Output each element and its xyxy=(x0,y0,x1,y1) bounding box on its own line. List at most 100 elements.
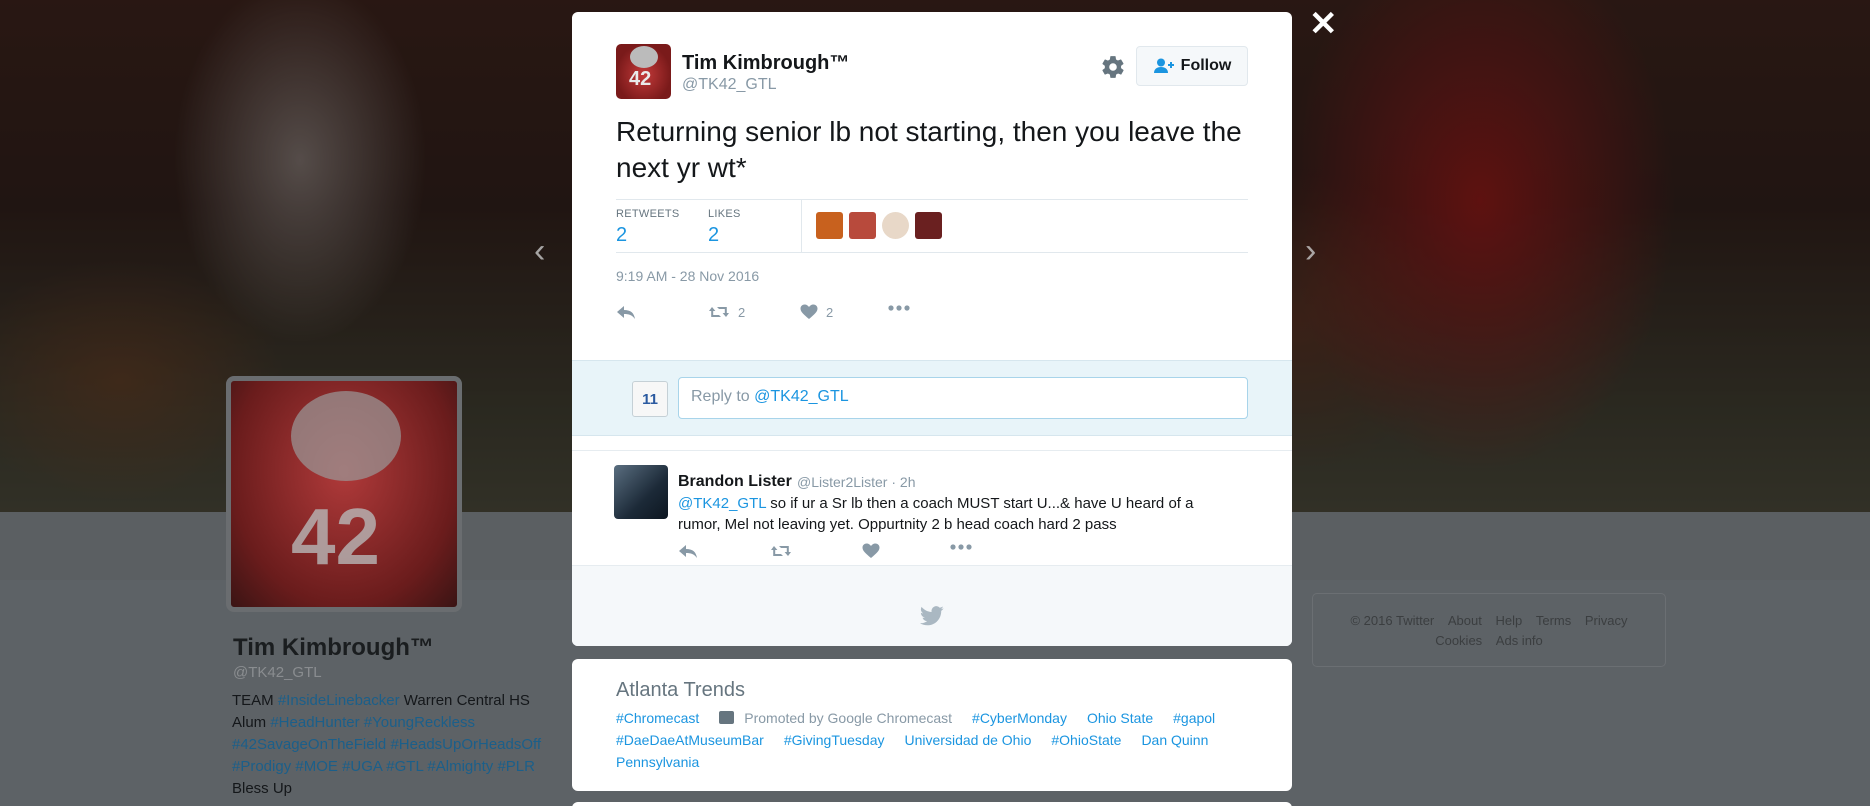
trend-item[interactable]: #Chromecast xyxy=(616,710,699,726)
bio-text: TEAM xyxy=(232,692,278,709)
liker-avatar[interactable] xyxy=(882,212,909,239)
add-user-icon xyxy=(1153,58,1174,73)
reply-action[interactable] xyxy=(616,304,636,320)
trend-item[interactable]: #CyberMonday xyxy=(972,710,1067,726)
reply-author-meta[interactable]: @Lister2Lister · 2h xyxy=(797,474,915,490)
bio-hashtag[interactable]: #42SavageOnTheField xyxy=(232,736,386,753)
reply-placeholder: Reply to xyxy=(691,388,755,405)
author-avatar[interactable]: 42 xyxy=(616,44,671,99)
bio-hashtag[interactable]: #UGA xyxy=(342,758,382,775)
reply-icon xyxy=(617,306,635,319)
footer-copyright: © 2016 Twitter xyxy=(1350,613,1435,628)
trends-row: #Chromecast Promoted by Google Chromecast… xyxy=(616,710,1235,726)
trend-item[interactable]: Pennsylvania xyxy=(616,754,699,770)
author-handle[interactable]: @TK42_GTL xyxy=(682,76,777,94)
footer-privacy-link[interactable]: Privacy xyxy=(1585,613,1628,628)
footer-ads-info-link[interactable]: Ads info xyxy=(1496,633,1543,648)
jersey-number: 42 xyxy=(291,492,380,581)
footer-about-link[interactable]: About xyxy=(1448,613,1482,628)
next-arrow-icon[interactable]: › xyxy=(1305,232,1316,271)
tweet-actions: 2 2 xyxy=(616,304,1016,332)
reply-mention: @TK42_GTL xyxy=(754,388,849,405)
retweet-action[interactable]: 2 xyxy=(708,304,745,320)
promoted-label: Promoted by Google Chromecast xyxy=(744,710,953,726)
reply-input[interactable]: Reply to @TK42_GTL xyxy=(678,377,1248,419)
bio-hashtag[interactable]: #HeadHunter xyxy=(270,714,359,731)
trend-item[interactable]: #gapol xyxy=(1173,710,1215,726)
tweet-timestamp[interactable]: 9:19 AM - 28 Nov 2016 xyxy=(616,268,759,284)
footer-help-link[interactable]: Help xyxy=(1496,613,1523,628)
profile-name[interactable]: Tim Kimbrough™ xyxy=(233,634,434,662)
reply-text-mention[interactable]: @TK42_GTL xyxy=(678,495,766,512)
helmet-shape xyxy=(630,46,658,68)
gear-icon[interactable] xyxy=(1100,54,1126,80)
bio-hashtag[interactable]: #GTL xyxy=(386,758,423,775)
trend-item[interactable]: Universidad de Ohio xyxy=(905,732,1032,748)
more-action[interactable] xyxy=(950,543,972,551)
reply-tweet[interactable]: Brandon Lister @Lister2Lister · 2h @TK42… xyxy=(572,450,1292,566)
reply-author-avatar[interactable] xyxy=(614,465,668,519)
profile-handle[interactable]: @TK42_GTL xyxy=(233,664,322,681)
bio-hashtag[interactable]: #Prodigy xyxy=(232,758,291,775)
heart-icon xyxy=(800,304,818,319)
jersey-number: 42 xyxy=(629,68,652,90)
helmet-shape xyxy=(291,391,401,481)
reply-tweet-actions xyxy=(678,543,978,563)
liker-avatar[interactable] xyxy=(915,212,942,239)
my-avatar[interactable]: 11 xyxy=(632,381,668,417)
footer-terms-link[interactable]: Terms xyxy=(1536,613,1571,628)
tweet-modal: 42 Tim Kimbrough™ @TK42_GTL Follow Retur… xyxy=(572,12,1292,646)
like-action[interactable]: 2 xyxy=(800,304,833,320)
liker-avatars xyxy=(816,212,942,239)
retweets-count: 2 xyxy=(616,224,628,246)
previous-arrow-icon[interactable]: ‹ xyxy=(534,232,545,271)
follow-button-label: Follow xyxy=(1180,57,1232,74)
twitter-bird-icon xyxy=(920,606,944,626)
retweets-stat[interactable]: RETWEETS 2 xyxy=(616,208,680,247)
tweet-text: Returning senior lb not starting, then y… xyxy=(616,116,1242,183)
close-icon[interactable]: ✕ xyxy=(1309,6,1338,42)
footer-cookies-link[interactable]: Cookies xyxy=(1435,633,1482,648)
trends-title: Atlanta Trends xyxy=(616,679,745,701)
next-card xyxy=(572,802,1292,806)
trends-row: Pennsylvania xyxy=(616,754,719,770)
trend-item[interactable]: #OhioState xyxy=(1051,732,1121,748)
likes-count: 2 xyxy=(708,224,720,246)
heart-icon xyxy=(862,543,880,558)
modal-footer xyxy=(572,566,1292,646)
bio-hashtag[interactable]: #InsideLinebacker xyxy=(278,692,400,709)
profile-avatar[interactable]: 42 xyxy=(226,376,462,612)
reply-author-name[interactable]: Brandon Lister xyxy=(678,473,792,491)
bio-hashtag[interactable]: #HeadsUpOrHeadsOff xyxy=(390,736,541,753)
promoted-icon xyxy=(719,711,735,724)
trend-item[interactable]: Ohio State xyxy=(1087,710,1153,726)
trend-item[interactable]: Dan Quinn xyxy=(1141,732,1208,748)
liker-avatar[interactable] xyxy=(849,212,876,239)
bio-hashtag[interactable]: #PLR xyxy=(497,758,535,775)
like-count: 2 xyxy=(826,304,834,320)
stats-divider xyxy=(801,200,802,252)
more-action[interactable] xyxy=(888,304,910,312)
reply-composer: 11 Reply to @TK42_GTL xyxy=(572,360,1292,436)
like-action[interactable] xyxy=(862,543,880,559)
profile-bio: TEAM #InsideLinebacker Warren Central HS… xyxy=(232,690,562,800)
liker-avatar[interactable] xyxy=(816,212,843,239)
trend-item[interactable]: #GivingTuesday xyxy=(784,732,885,748)
trend-item[interactable]: #DaeDaeAtMuseumBar xyxy=(616,732,764,748)
bio-hashtag[interactable]: #MOE xyxy=(295,758,338,775)
retweet-icon xyxy=(771,546,791,556)
trends-row: #DaeDaeAtMuseumBar #GivingTuesday Universi… xyxy=(616,732,1228,748)
retweet-count: 2 xyxy=(738,304,746,320)
retweet-action[interactable] xyxy=(770,543,792,559)
bio-hashtag[interactable]: #Almighty xyxy=(427,758,493,775)
author-name[interactable]: Tim Kimbrough™ xyxy=(682,52,849,75)
bio-text: Bless Up xyxy=(232,780,293,797)
likes-stat[interactable]: LIKES 2 xyxy=(708,208,741,247)
reply-action[interactable] xyxy=(678,543,698,559)
site-footer: © 2016 Twitter About Help Terms Privacy … xyxy=(1312,593,1666,667)
reply-icon xyxy=(679,545,697,558)
reply-text: @TK42_GTL so if ur a Sr lb then a coach … xyxy=(678,493,1238,535)
tweet-stats: RETWEETS 2 LIKES 2 xyxy=(616,199,1248,253)
bio-hashtag[interactable]: #YoungReckless xyxy=(364,714,475,731)
follow-button[interactable]: Follow xyxy=(1136,46,1248,86)
